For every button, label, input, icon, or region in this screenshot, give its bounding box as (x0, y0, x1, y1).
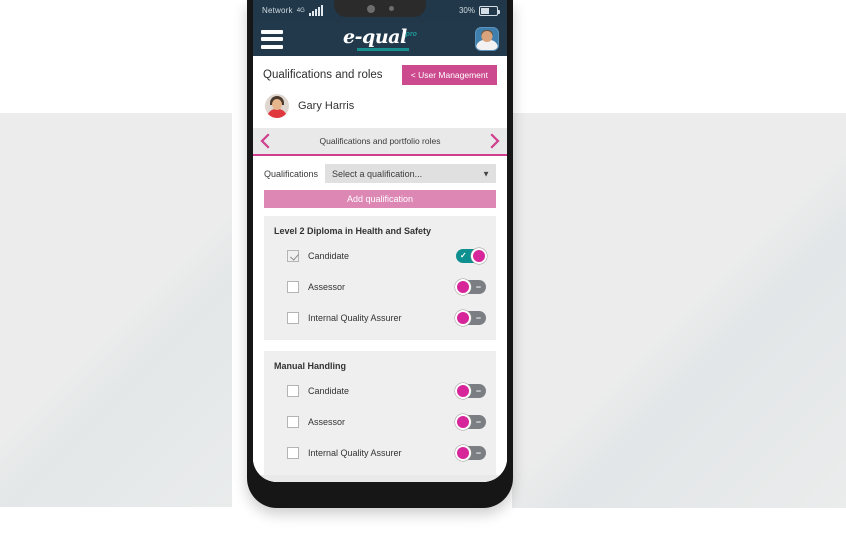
role-label: Candidate (308, 385, 350, 396)
toggle-mark-icon: – (475, 447, 481, 457)
toggle-knob (455, 382, 471, 399)
role-toggle-switch[interactable]: – (455, 278, 486, 295)
toggle-mark-icon: – (475, 281, 481, 291)
status-bar: Network 4G 30% (253, 0, 507, 22)
logo-underline (357, 47, 409, 51)
role-toggle-switch[interactable]: – (455, 382, 486, 399)
qualification-card-title: Level 2 Diploma in Health and Safety (274, 226, 432, 236)
phone-screen: Network 4G 30% e-qualpro Qualifications … (253, 0, 507, 482)
chevron-down-icon: ▼ (482, 169, 490, 178)
battery-percent-label: 30% (458, 6, 475, 15)
qualification-cards: Level 2 Diploma in Health and Safety Cand… (253, 208, 507, 475)
toggle-knob (455, 413, 471, 430)
role-label: Assessor (308, 416, 346, 427)
chevron-left-icon[interactable] (259, 133, 271, 149)
toggle-knob (455, 278, 471, 295)
tabstrip: Qualifications and portfolio roles (253, 128, 507, 156)
role-row: Internal Quality Assurer – (274, 307, 486, 328)
toggle-mark-icon: – (475, 416, 481, 426)
phone-device-frame: Network 4G 30% e-qualpro Qualifications … (247, 0, 513, 508)
toggle-knob (471, 247, 487, 264)
toggle-knob (455, 309, 471, 326)
sensor-dot-icon (388, 6, 394, 11)
chevron-right-icon[interactable] (489, 133, 501, 149)
role-row: Assessor – (274, 411, 486, 432)
app-logo[interactable]: e-qualpro (343, 25, 417, 51)
role-checkbox[interactable] (287, 280, 299, 293)
role-label: Internal Quality Assurer (308, 447, 402, 458)
toggle-mark-icon: – (475, 312, 481, 322)
qualification-card-title: Manual Handling (274, 361, 346, 371)
role-label: Assessor (308, 281, 346, 292)
toggle-mark-icon: – (475, 385, 481, 395)
user-name: Gary Harris (298, 100, 355, 112)
role-row: Candidate – (274, 380, 486, 401)
user-avatar-icon (265, 94, 289, 118)
page-title-row: Qualifications and roles < User Manageme… (253, 56, 507, 92)
battery-icon (479, 6, 501, 16)
qualification-select-label: Qualifications (264, 168, 319, 179)
status-bar-right: 30% (458, 0, 501, 22)
network-label: Network (262, 6, 293, 15)
background-panel-right (512, 113, 846, 508)
phone-notch (334, 0, 426, 17)
screen-content: Qualifications and roles < User Manageme… (253, 56, 507, 482)
role-checkbox[interactable] (287, 311, 299, 324)
qualification-select[interactable]: Select a qualification... ▼ (325, 164, 496, 183)
qualification-card: Level 2 Diploma in Health and Safety Cand… (264, 216, 496, 340)
qualifications-panel: Qualifications and portfolio roles Quali… (253, 128, 507, 482)
role-checkbox[interactable] (287, 384, 299, 397)
role-label: Internal Quality Assurer (308, 312, 402, 323)
background-panel-left (0, 113, 232, 507)
role-row: Internal Quality Assurer – (274, 442, 486, 463)
qualification-select-value: Select a qualification... (332, 168, 423, 179)
logo-superscript: pro (405, 31, 417, 39)
logo-text: e-qual (343, 25, 407, 48)
role-checkbox[interactable] (287, 415, 299, 428)
role-checkbox[interactable] (287, 446, 299, 459)
profile-avatar-icon[interactable] (475, 27, 499, 51)
network-type-label: 4G (296, 8, 305, 14)
user-row: Gary Harris (253, 92, 507, 128)
role-toggle-switch[interactable]: ✓ (456, 247, 487, 264)
app-header: e-qualpro (253, 22, 507, 56)
qualification-card: Manual Handling Candidate – Assessor – Intern… (264, 351, 496, 475)
user-management-button[interactable]: < User Management (401, 65, 497, 85)
toggle-knob (455, 444, 471, 461)
status-bar-left: Network 4G (262, 0, 323, 22)
qualification-select-row: Qualifications Select a qualification...… (264, 164, 496, 183)
page-title: Qualifications and roles (263, 69, 383, 81)
role-toggle-switch[interactable]: – (455, 413, 486, 430)
signal-bars-icon (308, 5, 323, 16)
screenshot-stage: Network 4G 30% e-qualpro Qualifications … (0, 0, 846, 536)
role-row: Candidate ✓ (274, 245, 487, 266)
role-checkbox[interactable] (287, 249, 299, 262)
hamburger-menu-icon[interactable] (261, 29, 283, 49)
role-toggle-switch[interactable]: – (455, 444, 486, 461)
add-qualification-button[interactable]: Add qualification (264, 190, 496, 208)
role-row: Assessor – (274, 276, 486, 297)
tabstrip-label: Qualifications and portfolio roles (319, 136, 441, 146)
role-toggle-switch[interactable]: – (455, 309, 486, 326)
role-label: Candidate (308, 250, 350, 261)
toggle-mark-icon: ✓ (460, 250, 467, 260)
camera-lens-icon (366, 4, 375, 13)
qualification-form: Qualifications Select a qualification...… (253, 156, 507, 208)
